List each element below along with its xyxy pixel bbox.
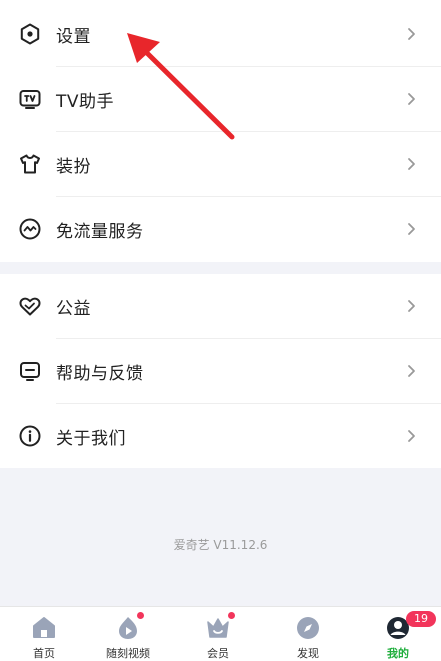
menu-item-label: TV助手 [56,91,115,112]
menu-item-label: 免流量服务 [56,221,144,242]
menu-item-about-us[interactable]: 关于我们 [0,404,441,468]
flame-play-icon [119,617,137,639]
app-version: 爱奇艺 V11.12.6 [173,538,268,552]
notification-badge: 19 [406,611,436,627]
chevron-right-icon [408,93,415,105]
menu-item-settings[interactable]: 设置 [0,2,441,66]
chevron-right-icon [408,28,415,40]
chevron-right-icon [408,300,415,312]
tab-mine[interactable]: 19 我的 [354,607,441,661]
tab-discover[interactable]: 发现 [264,607,352,661]
menu-group-secondary: 公益 帮助与反馈 关于我们 [0,274,441,468]
tab-label: 我的 [387,647,409,660]
heart-icon [18,294,42,318]
compass-icon [297,617,319,639]
wave-circle-icon [18,217,42,241]
notification-dot [228,612,235,619]
tab-suike-video[interactable]: 随刻视频 [84,607,172,661]
menu-item-label: 帮助与反馈 [56,363,144,384]
chevron-right-icon [408,430,415,442]
menu-item-free-data-service[interactable]: 免流量服务 [0,197,441,261]
chevron-right-icon [408,158,415,170]
tab-home[interactable]: 首页 [0,607,88,661]
tab-label: 发现 [297,647,319,660]
menu-item-label: 关于我们 [56,428,126,449]
hexagon-settings-icon [18,22,42,46]
tab-label: 会员 [207,647,229,660]
menu-item-tv-assistant[interactable]: TV助手 [0,67,441,131]
tab-label: 随刻视频 [106,647,150,660]
chat-box-icon [18,359,42,383]
menu-item-charity[interactable]: 公益 [0,274,441,338]
menu-item-label: 装扮 [56,156,91,177]
notification-dot [137,612,144,619]
menu-item-label: 公益 [56,298,91,319]
menu-group-primary: 设置 TV助手 装扮 免流量服务 [0,0,441,262]
home-icon [33,617,55,638]
crown-icon [207,618,229,638]
tv-icon [18,87,42,111]
tshirt-icon [18,152,42,176]
info-circle-icon [18,424,42,448]
tab-label: 首页 [33,647,55,660]
chevron-right-icon [408,223,415,235]
bottom-tab-bar: 首页 随刻视频 会员 发现 19 我的 [0,606,441,661]
tab-vip[interactable]: 会员 [174,607,262,661]
menu-item-label: 设置 [56,26,91,47]
chevron-right-icon [408,365,415,377]
menu-item-help-feedback[interactable]: 帮助与反馈 [0,339,441,403]
menu-item-dress-up[interactable]: 装扮 [0,132,441,196]
